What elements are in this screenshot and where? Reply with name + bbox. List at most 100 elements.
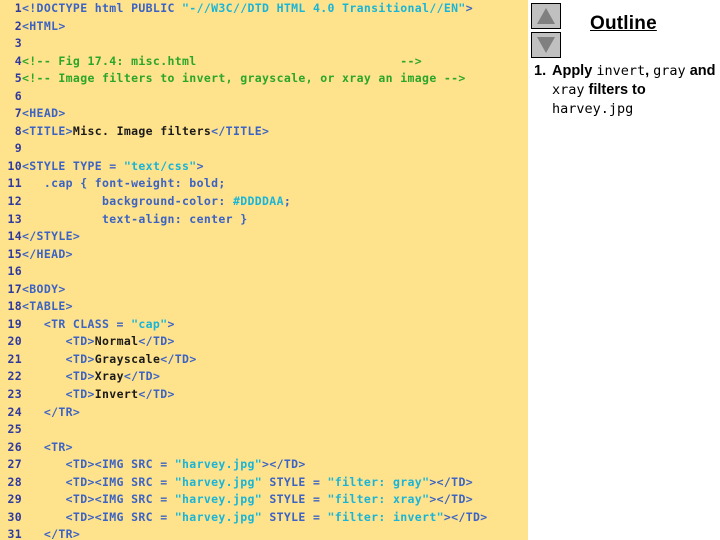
code-line: 30 <TD><IMG SRC = "harvey.jpg" STYLE = "… bbox=[0, 509, 528, 527]
code-token-tag: ></TD> bbox=[429, 474, 474, 489]
code-token-tag: </STYLE> bbox=[22, 229, 81, 244]
code-token-plain: text-align: center } bbox=[22, 211, 248, 226]
code-token-tag: </HEAD> bbox=[22, 246, 73, 261]
code-token-tag: > bbox=[465, 1, 473, 15]
code-token-str: "harvey.jpg" bbox=[174, 509, 263, 524]
line-number: 22 bbox=[7, 369, 22, 384]
code-token-str: "cap" bbox=[131, 316, 168, 331]
code-line: 14</STYLE> bbox=[0, 228, 528, 246]
line-number: 1 bbox=[14, 1, 22, 15]
code-token-tag: ></TD> bbox=[429, 492, 474, 507]
line-number: 12 bbox=[7, 194, 22, 209]
code-token-tag: </TD> bbox=[160, 351, 197, 366]
code-token-tag: <STYLE TYPE = bbox=[22, 158, 124, 173]
code-token-tag: ></TD> bbox=[443, 509, 488, 524]
line-number: 19 bbox=[7, 316, 22, 331]
outline-text-span: Apply bbox=[552, 63, 597, 79]
code-token-str: "-//W3C//DTD HTML 4.0 Transitional//EN" bbox=[182, 1, 466, 15]
code-token-tag: <TABLE> bbox=[22, 299, 73, 314]
outline-text-span: filters to bbox=[584, 82, 646, 98]
line-number: 28 bbox=[7, 474, 22, 489]
code-token-tag: STYLE = bbox=[262, 492, 328, 507]
code-line: 24 </TR> bbox=[0, 404, 528, 422]
code-line: 27 <TD><IMG SRC = "harvey.jpg"></TD> bbox=[0, 456, 528, 474]
slide-root: 1<!DOCTYPE html PUBLIC "-//W3C//DTD HTML… bbox=[0, 0, 720, 540]
line-number: 23 bbox=[7, 387, 22, 402]
code-lines: 1<!DOCTYPE html PUBLIC "-//W3C//DTD HTML… bbox=[0, 0, 528, 540]
code-token-tag: </TD> bbox=[138, 334, 175, 349]
code-token-tag: </TD> bbox=[138, 387, 175, 402]
code-token-tag: > bbox=[196, 158, 204, 173]
code-line: 6 bbox=[0, 88, 528, 106]
outline-code-span: gray bbox=[653, 63, 686, 79]
line-number: 6 bbox=[14, 88, 22, 103]
line-number: 29 bbox=[7, 492, 22, 507]
line-number: 27 bbox=[7, 457, 22, 472]
line-number: 8 bbox=[14, 123, 22, 138]
code-line: 8<TITLE>Misc. Image filters</TITLE> bbox=[0, 123, 528, 141]
line-number: 20 bbox=[7, 334, 22, 349]
code-token-comment: <!-- Fig 17.4: misc.html --> bbox=[22, 53, 423, 68]
line-number: 2 bbox=[14, 18, 22, 33]
line-number: 30 bbox=[7, 509, 22, 524]
code-line: 11 .cap { font-weight: bold; bbox=[0, 175, 528, 193]
code-token-tag: </TR> bbox=[22, 404, 81, 419]
code-token-tag: <TD> bbox=[22, 351, 95, 366]
code-line: 19 <TR CLASS = "cap"> bbox=[0, 316, 528, 334]
triangle-down-icon bbox=[537, 37, 555, 53]
outline-code-span: invert bbox=[596, 63, 646, 79]
code-line: 17<BODY> bbox=[0, 281, 528, 299]
code-line: 25 bbox=[0, 421, 528, 439]
code-line: 22 <TD>Xray</TD> bbox=[0, 368, 528, 386]
code-line: 28 <TD><IMG SRC = "harvey.jpg" STYLE = "… bbox=[0, 474, 528, 492]
scroll-down-button[interactable] bbox=[531, 32, 561, 58]
outline-text-span: , bbox=[645, 63, 654, 79]
code-token-tag: <BODY> bbox=[22, 281, 66, 296]
code-token-plain: .cap { font-weight: bold; bbox=[22, 176, 226, 191]
line-number: 11 bbox=[7, 176, 22, 191]
code-line: 21 <TD>Grayscale</TD> bbox=[0, 351, 528, 369]
code-token-text: Misc. Image filters bbox=[72, 123, 212, 138]
line-number: 14 bbox=[7, 229, 22, 244]
scroll-up-button[interactable] bbox=[531, 3, 561, 29]
outline-text-span: and bbox=[685, 63, 716, 79]
code-token-tag: <TD> bbox=[22, 369, 95, 384]
code-token-plain: background-color: bbox=[22, 194, 233, 209]
code-line: 16 bbox=[0, 263, 528, 281]
outline-code-span: harvey.jpg bbox=[552, 101, 634, 117]
outline-code-span: xray bbox=[552, 82, 585, 98]
code-token-text: Normal bbox=[94, 334, 139, 349]
code-token-tag: <TITLE> bbox=[22, 123, 73, 138]
navigation-buttons bbox=[531, 3, 563, 61]
line-number: 9 bbox=[14, 141, 22, 156]
code-token-comment: <!-- Image filters to invert, grayscale,… bbox=[22, 71, 466, 86]
line-number: 25 bbox=[7, 422, 22, 437]
outline-item[interactable]: 1. Apply invert, gray and xray filters to… bbox=[530, 62, 720, 119]
code-line: 26 <TR> bbox=[0, 439, 528, 457]
outline-item-number: 1. bbox=[534, 63, 547, 79]
code-token-str: "harvey.jpg" bbox=[174, 492, 263, 507]
line-number: 17 bbox=[7, 281, 22, 296]
code-line: 20 <TD>Normal</TD> bbox=[0, 333, 528, 351]
code-token-tag: > bbox=[167, 316, 175, 331]
line-number: 3 bbox=[14, 36, 22, 51]
code-line: 10<STYLE TYPE = "text/css"> bbox=[0, 158, 528, 176]
triangle-up-icon bbox=[537, 8, 555, 24]
outline-title: Outline bbox=[590, 13, 657, 34]
code-line: 7<HEAD> bbox=[0, 105, 528, 123]
line-number: 13 bbox=[7, 211, 22, 226]
code-line: 13 text-align: center } bbox=[0, 211, 528, 229]
code-token-text: Xray bbox=[94, 369, 124, 384]
code-line: 5<!-- Image filters to invert, grayscale… bbox=[0, 70, 528, 88]
code-token-tag: </TR> bbox=[22, 527, 81, 540]
line-number: 18 bbox=[7, 299, 22, 314]
code-token-str: "filter: invert" bbox=[327, 509, 444, 524]
line-number: 16 bbox=[7, 264, 22, 279]
code-token-str: "filter: xray" bbox=[327, 492, 430, 507]
code-line: 18<TABLE> bbox=[0, 298, 528, 316]
code-token-plain: ; bbox=[283, 194, 292, 209]
line-number: 21 bbox=[7, 351, 22, 366]
outline-pane: Outline 1. Apply invert, gray and xray fi… bbox=[528, 0, 720, 540]
code-token-tag: <TD><IMG SRC = bbox=[22, 474, 175, 489]
line-number: 4 bbox=[14, 53, 22, 68]
